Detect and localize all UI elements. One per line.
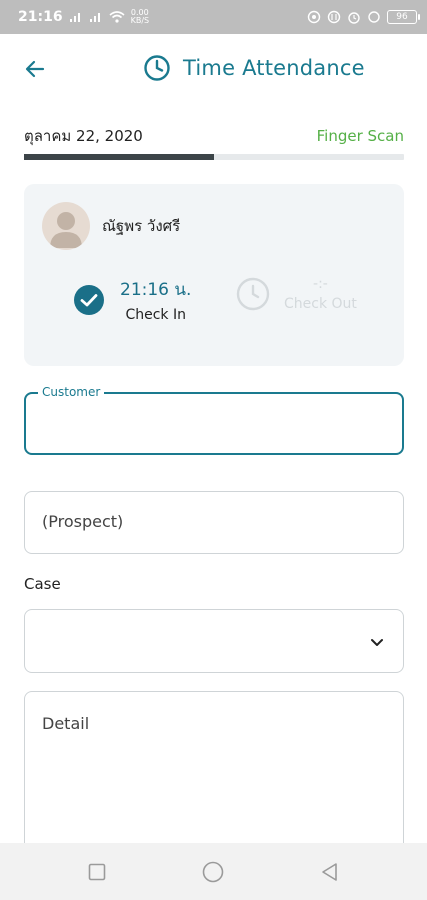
system-nav-bar — [0, 843, 427, 900]
vibrate-icon — [307, 10, 321, 24]
user-name: ณัฐพร วังศรี — [102, 217, 181, 235]
data-rate: 0.00 KB/S — [130, 8, 150, 25]
date-row: ตุลาคม 22, 2020 Finger Scan — [24, 124, 404, 148]
check-in-time: 21:16 น. — [120, 280, 192, 300]
attendance-card: ณัฐพร วังศรี 21:16 น. Check In -:- Check… — [24, 184, 404, 366]
check-in-block: 21:16 น. Check In — [72, 276, 191, 323]
prospect-field[interactable]: (Prospect) — [24, 491, 404, 554]
title-group: Time Attendance — [143, 54, 365, 82]
square-icon — [88, 863, 106, 881]
wifi-icon — [109, 11, 125, 23]
back-button[interactable] — [18, 52, 52, 86]
recents-button[interactable] — [86, 861, 108, 883]
check-circle-icon — [72, 283, 106, 317]
avatar — [42, 202, 90, 250]
arrow-left-icon — [25, 60, 45, 78]
back-nav-button[interactable] — [319, 861, 341, 883]
finger-scan-label: Finger Scan — [316, 127, 404, 145]
customer-input[interactable] — [26, 394, 402, 453]
detail-placeholder: Detail — [42, 714, 90, 733]
detail-field[interactable]: Detail — [24, 691, 404, 861]
chevron-down-icon — [371, 639, 383, 646]
prospect-placeholder: (Prospect) — [42, 512, 124, 531]
progress-fill — [24, 154, 214, 160]
home-button[interactable] — [202, 861, 224, 883]
alarm-icon — [347, 10, 361, 24]
check-out-time: -:- — [313, 276, 328, 292]
signal-icon — [69, 11, 83, 23]
check-out-label: Check Out — [284, 296, 357, 312]
page-title: Time Attendance — [183, 56, 365, 80]
case-select[interactable] — [24, 609, 404, 673]
customer-field[interactable]: Customer — [24, 385, 404, 455]
clock-icon — [144, 55, 170, 81]
status-time: 21:16 — [18, 9, 63, 25]
customer-label: Customer — [38, 385, 105, 399]
sync-icon — [367, 10, 381, 24]
signal-icon-2 — [89, 11, 103, 23]
check-in-label: Check In — [125, 307, 186, 323]
battery-icon: 96 — [387, 10, 420, 24]
nfc-icon — [327, 10, 341, 24]
date-label: ตุลาคม 22, 2020 — [24, 127, 143, 145]
user-avatar-icon — [50, 212, 82, 248]
app-header: Time Attendance — [0, 34, 427, 104]
circle-icon — [202, 861, 224, 883]
check-out-block: -:- Check Out — [236, 276, 357, 312]
case-label: Case — [24, 575, 61, 593]
clock-outline-icon — [236, 277, 270, 311]
status-bar: 21:16 0.00 KB/S 96 — [0, 0, 427, 34]
progress-bar — [24, 154, 404, 160]
triangle-back-icon — [322, 863, 337, 881]
